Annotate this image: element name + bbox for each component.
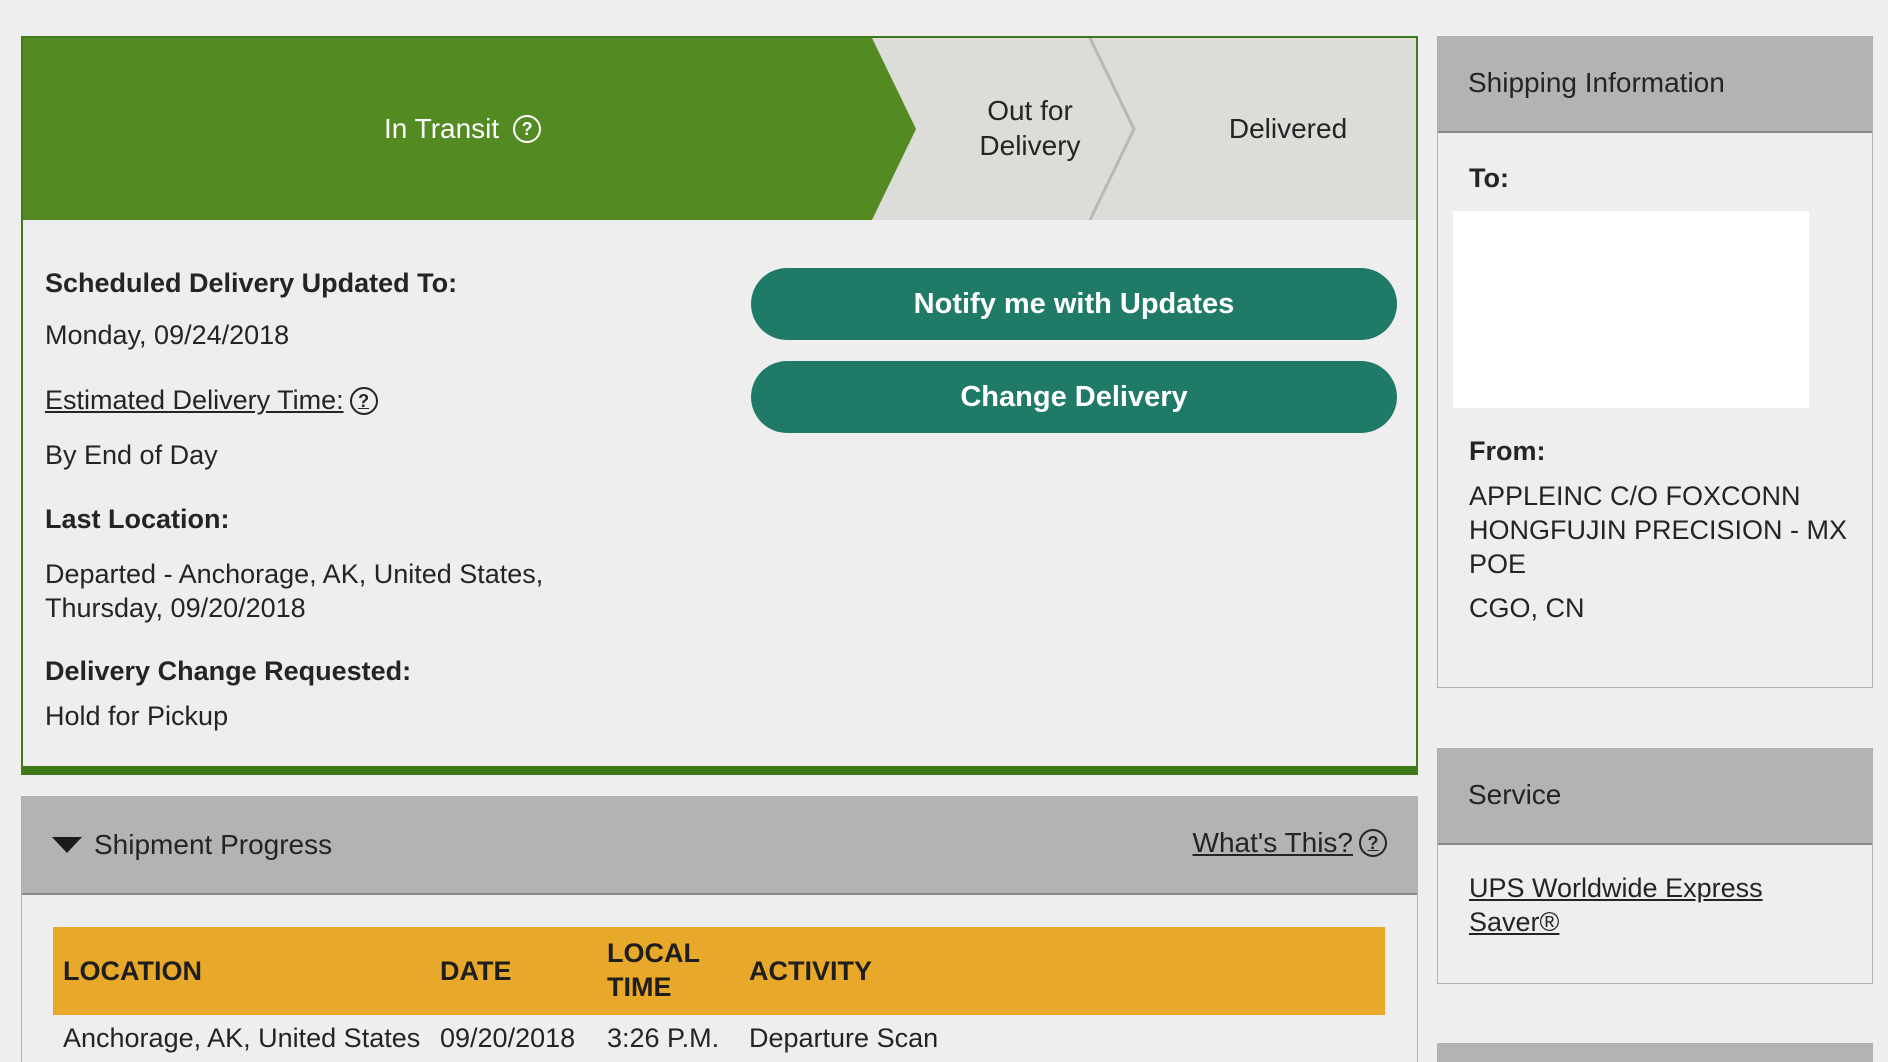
help-circle-icon[interactable]: ? xyxy=(349,386,378,415)
next-sidebar-card xyxy=(1437,1043,1873,1062)
step-delivered: Delivered xyxy=(1228,113,1348,144)
from-city: CGO, CN xyxy=(1469,593,1585,623)
recipient-address-redacted xyxy=(1453,211,1809,408)
change-delivery-button[interactable]: Change Delivery xyxy=(751,361,1397,433)
step-in-transit: In Transit ? xyxy=(384,111,542,146)
from-label: From: xyxy=(1469,436,1546,466)
service-card: Service UPS Worldwide Express Saver® xyxy=(1437,748,1873,984)
last-location-line2: Thursday, 09/20/2018 xyxy=(45,593,306,623)
help-circle-icon[interactable]: ? xyxy=(1359,829,1387,857)
scheduled-delivery-label: Scheduled Delivery Updated To: xyxy=(45,268,458,298)
from-address-line3: POE xyxy=(1469,549,1527,579)
service-title: Service xyxy=(1438,749,1872,845)
shipment-progress-table: LOCATION DATE LOCAL TIME ACTIVITY Anchor… xyxy=(53,927,1385,1062)
shipment-progress-title: Shipment Progress xyxy=(94,829,333,860)
from-address-line1: APPLEINC C/O FOXCONN xyxy=(1469,481,1801,511)
delivery-change-value: Hold for Pickup xyxy=(45,701,229,731)
column-header-location: LOCATION xyxy=(63,956,202,986)
notify-updates-button[interactable]: Notify me with Updates xyxy=(751,268,1397,340)
to-label: To: xyxy=(1469,163,1509,193)
caret-down-icon[interactable] xyxy=(52,837,82,853)
delivery-change-label: Delivery Change Requested: xyxy=(45,656,412,686)
service-link[interactable]: UPS Worldwide Express Saver® xyxy=(1469,871,1809,939)
shipment-progress-header[interactable]: Shipment Progress What's This? ? xyxy=(22,797,1417,895)
step-out-for-delivery-line1: Out for xyxy=(987,95,1073,126)
column-header-local-time-line2: TIME xyxy=(607,972,672,1002)
last-location-label: Last Location: xyxy=(45,504,230,534)
scheduled-delivery-value: Monday, 09/24/2018 xyxy=(45,320,290,350)
progress-tracker: In Transit ? Out for Delivery Delivered xyxy=(23,38,1416,220)
table-row: Anchorage, AK, United States 09/20/2018 … xyxy=(53,1015,1385,1062)
column-header-local-time-line1: LOCAL xyxy=(607,938,700,968)
cell-local-time: 3:26 P.M. xyxy=(607,1023,720,1053)
step-out-for-delivery-line2: Delivery xyxy=(979,130,1081,161)
step-in-transit-label: In Transit xyxy=(384,113,500,144)
shipping-information-title: Shipping Information xyxy=(1438,37,1872,133)
estimated-delivery-time-link[interactable]: Estimated Delivery Time: xyxy=(45,385,344,416)
last-location-line1: Departed - Anchorage, AK, United States, xyxy=(45,559,544,589)
column-header-local-time: LOCAL TIME xyxy=(607,936,700,1004)
whats-this[interactable]: What's This? ? xyxy=(1193,827,1387,859)
help-circle-icon[interactable]: ? xyxy=(513,114,542,143)
service-link-line1[interactable]: UPS Worldwide Express xyxy=(1469,871,1809,905)
whats-this-link[interactable]: What's This? xyxy=(1193,827,1353,859)
estimated-delivery-time[interactable]: Estimated Delivery Time: ? xyxy=(45,385,378,416)
from-address-line2: HONGFUJIN PRECISION - MX xyxy=(1469,515,1848,545)
service-link-line2[interactable]: Saver® xyxy=(1469,905,1809,939)
shipment-progress-panel: Shipment Progress What's This? ? LOCATIO… xyxy=(21,796,1418,1062)
column-header-date: DATE xyxy=(440,956,512,986)
tracking-status-panel: In Transit ? Out for Delivery Delivered … xyxy=(21,36,1418,775)
cell-activity: Departure Scan xyxy=(749,1023,939,1053)
estimated-delivery-value: By End of Day xyxy=(45,440,218,470)
cell-date: 09/20/2018 xyxy=(440,1023,576,1053)
shipping-information-card: Shipping Information To: From: APPLEINC … xyxy=(1437,36,1873,688)
cell-location: Anchorage, AK, United States xyxy=(63,1023,421,1053)
table-header-row: LOCATION DATE LOCAL TIME ACTIVITY xyxy=(53,927,1385,1015)
step-out-for-delivery: Out for Delivery xyxy=(945,93,1115,163)
shipment-progress-toggle[interactable]: Shipment Progress xyxy=(52,829,332,861)
column-header-activity: ACTIVITY xyxy=(749,956,873,986)
